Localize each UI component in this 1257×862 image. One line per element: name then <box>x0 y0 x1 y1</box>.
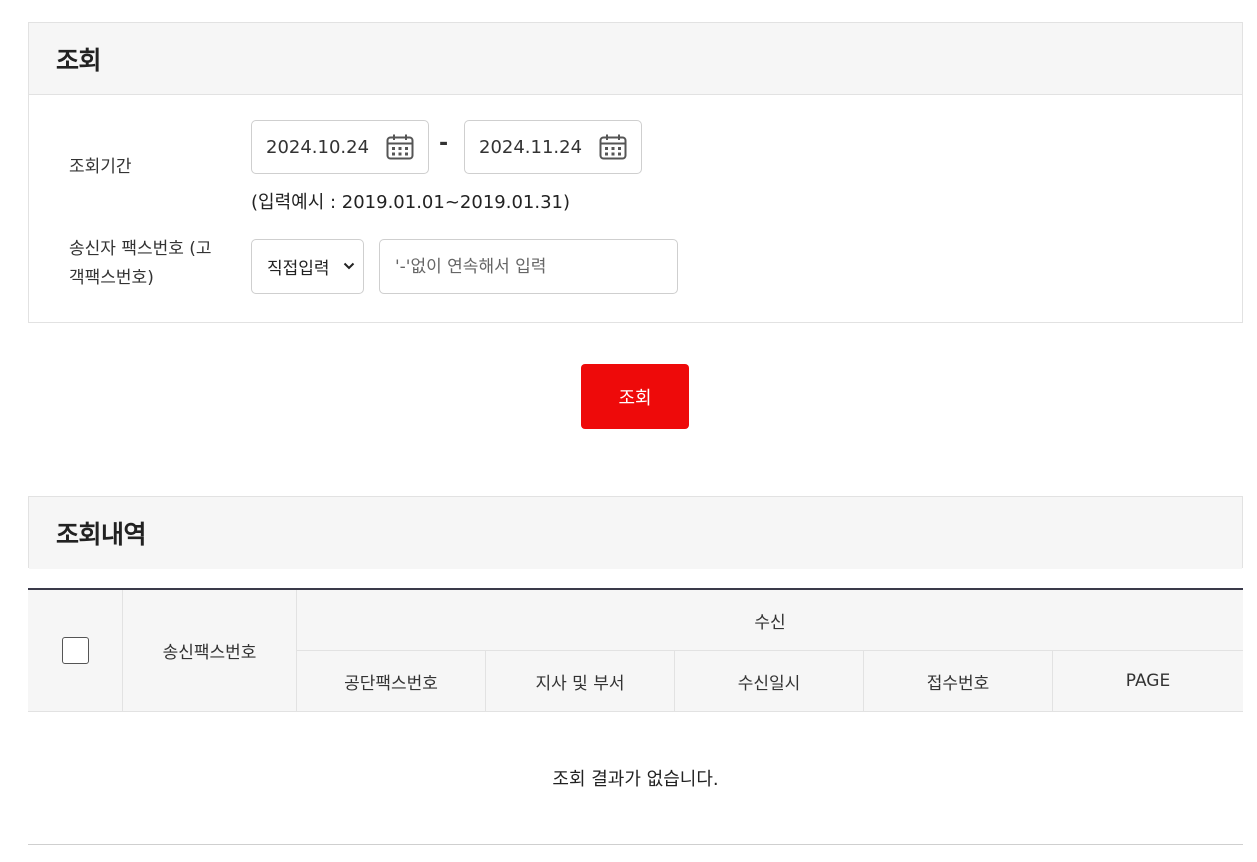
column-header-page: PAGE <box>1053 651 1243 712</box>
start-date-field[interactable]: 2024.10.24 <box>251 120 429 174</box>
date-input-example: (입력예시 : 2019.01.01~2019.01.31) <box>251 192 570 213</box>
column-header-receipt-no: 접수번호 <box>864 651 1053 712</box>
search-button[interactable]: 조회 <box>581 364 689 429</box>
calendar-icon[interactable] <box>599 134 627 160</box>
fax-number-input[interactable] <box>379 239 678 294</box>
select-value: 직접입력 <box>267 259 330 279</box>
search-panel-header: 조회 <box>29 23 1242 95</box>
date-range-separator: - <box>439 131 449 156</box>
column-header-sender-fax: 송신팩스번호 <box>123 590 297 712</box>
column-header-branch: 지사 및 부서 <box>486 651 675 712</box>
start-date-value: 2024.10.24 <box>266 136 370 158</box>
search-title: 조회 <box>56 45 102 75</box>
table-bottom-divider <box>28 844 1243 845</box>
results-header-bar: 조회내역 <box>29 497 1242 569</box>
fax-input-mode-select[interactable]: 직접입력 <box>251 239 364 294</box>
end-date-value: 2024.11.24 <box>479 136 583 158</box>
column-header-received-at: 수신일시 <box>675 651 864 712</box>
empty-results-message: 조회 결과가 없습니다. <box>552 769 719 790</box>
results-panel-header: 조회내역 <box>28 496 1243 569</box>
fax-label-line2: 객팩스번호) <box>69 268 154 288</box>
calendar-icon[interactable] <box>386 134 414 160</box>
search-panel: 조회 조회기간 2024.10.24 - 2024.11.24 (입력예시 : … <box>28 22 1243 323</box>
column-group-receive: 수신 <box>297 590 1243 651</box>
results-table: 송신팩스번호 수신 공단팩스번호 지사 및 부서 수신일시 접수번호 PAGE <box>28 588 1243 712</box>
select-all-cell <box>28 590 123 712</box>
end-date-field[interactable]: 2024.11.24 <box>464 120 642 174</box>
results-title: 조회내역 <box>56 520 147 549</box>
column-header-agency-fax: 공단팩스번호 <box>297 651 486 712</box>
select-all-checkbox[interactable] <box>61 637 89 664</box>
period-label: 조회기간 <box>69 157 132 177</box>
chevron-down-icon <box>343 262 355 270</box>
fax-label: 송신자 팩스번호 (고 객팩스번호) <box>69 235 212 293</box>
fax-label-line1: 송신자 팩스번호 (고 <box>69 239 212 259</box>
